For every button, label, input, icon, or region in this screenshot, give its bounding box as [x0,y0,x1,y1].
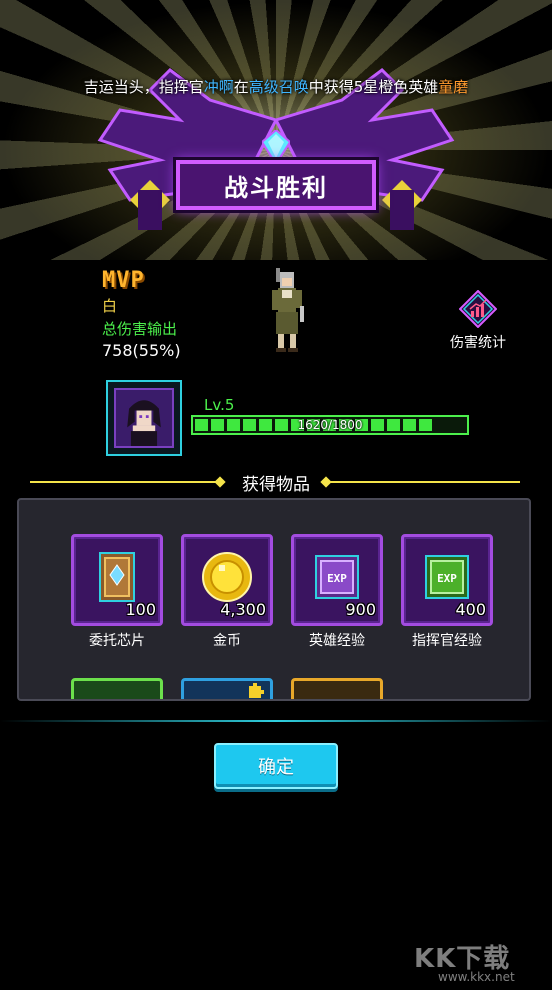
victory-title: 战斗胜利 [224,173,328,202]
section-divider-right [330,481,520,483]
announce-text-3: 中获得5星橙色英雄 [308,78,439,96]
damage-stats-label: 伤害统计 [450,335,506,351]
hero-level-label: Lv.5 [204,396,235,414]
hero-avatar-frame[interactable] [106,380,182,456]
crystal-gem-icon [262,130,290,164]
reward-item-frame: EXP 400 [401,534,493,626]
svg-text:EXP: EXP [327,572,347,585]
chip-card-icon [99,551,135,602]
reward-item[interactable]: EXP 400 指挥官经验 [401,534,493,650]
puzzle-piece-icon [249,683,264,698]
site-watermark: KK下载 www.kkx.net [408,930,548,990]
confirm-button[interactable]: 确定 [214,743,338,789]
reward-item-name: 英雄经验 [309,633,365,649]
reward-item-frame: 100 [71,534,163,626]
reward-item-count: 400 [455,600,486,619]
hero-exp-book-icon: EXP [315,554,359,599]
reward-item-count: 900 [345,600,376,619]
reward-item-count: 4,300 [220,600,266,619]
reward-item-name: 金币 [213,633,241,649]
reward-item-partial[interactable] [71,678,163,699]
announce-hero-name: 童磨 [438,78,469,96]
reward-item[interactable]: EXP 900 英雄经验 [291,534,383,650]
reward-item-partial[interactable] [181,678,273,699]
rewards-panel[interactable]: 100 委托芯片 4,300 金币 EXP 900 英雄经验 EXP 400 指… [17,498,531,701]
announce-pool-name: 高级召唤 [248,78,309,96]
commander-exp-book-icon: EXP [425,554,469,599]
gold-coin-icon [202,551,252,602]
hero-avatar [114,388,174,448]
reward-item-frame: 4,300 [181,534,273,626]
damage-stats-button[interactable]: 伤害统计 [446,289,510,352]
reward-item-count: 100 [125,600,156,619]
confirm-label: 确定 [258,757,294,778]
watermark-url: www.kkx.net [438,970,515,984]
bottom-divider [0,720,552,722]
hero-portrait-icon [116,390,172,446]
reward-item[interactable]: 100 委托芯片 [71,534,163,650]
total-damage-value: 758(55%) [102,341,181,360]
reward-item-name: 委托芯片 [89,633,145,649]
mvp-logo: MVP [102,268,145,293]
damage-stats-icon [458,289,498,329]
reward-item-name: 指挥官经验 [412,633,482,649]
mvp-hero-sprite [272,268,304,352]
mvp-panel: MVP 白 总伤害输出 758(55%) [102,268,181,360]
victory-banner: 战斗胜利 [176,160,376,210]
svg-text:EXP: EXP [437,572,457,585]
summon-announcement: 吉运当头，指挥官冲啊在高级召唤中获得5星橙色英雄童磨 [0,76,552,97]
reward-item[interactable]: 4,300 金币 [181,534,273,650]
announce-player-name: 冲啊 [203,78,234,96]
reward-item-frame: EXP 900 [291,534,383,626]
mvp-hero-name: 白 [102,297,118,315]
total-damage-label: 总伤害输出 [102,320,178,338]
reward-item-partial[interactable] [291,678,383,699]
announce-text-2: 在 [233,78,249,96]
announce-text-1: 吉运当头，指挥官 [83,78,204,96]
hero-xp-text: 1620/1800 [297,418,363,432]
